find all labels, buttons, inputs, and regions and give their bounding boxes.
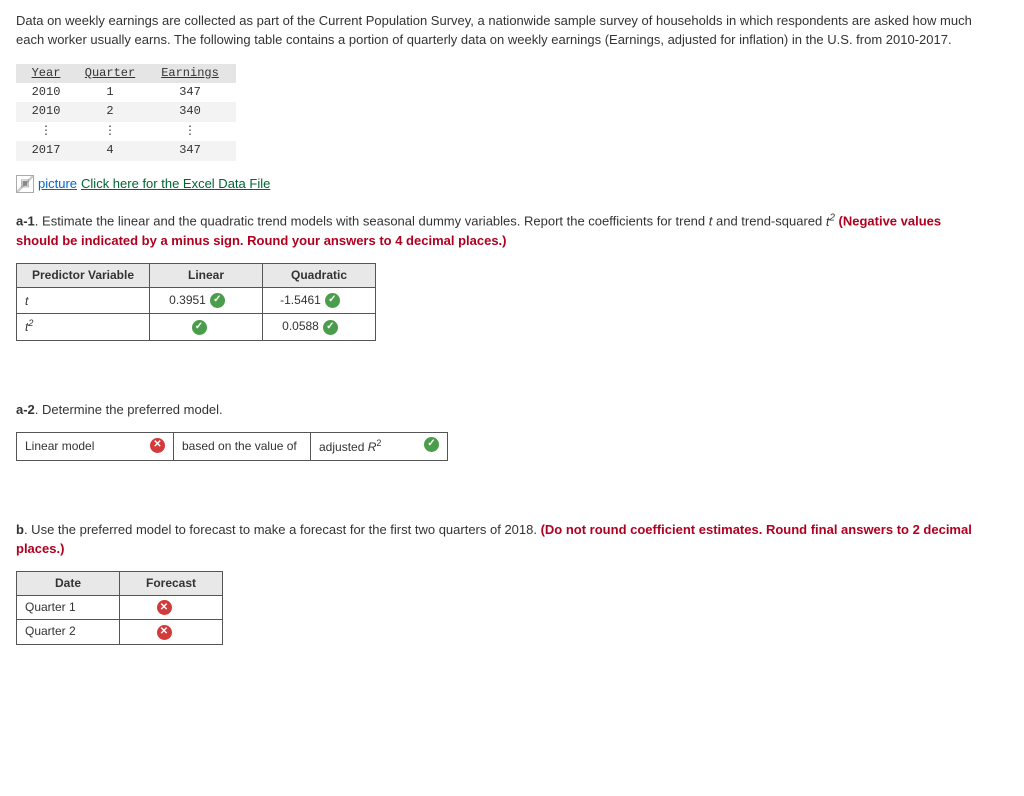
linear-t-input[interactable]: 0.3951✓	[150, 287, 263, 313]
q-text: . Use the preferred model to forecast to…	[24, 522, 541, 537]
col-quarter: Quarter	[76, 64, 144, 83]
q-prefix: b	[16, 522, 24, 537]
x-icon: ✕	[150, 438, 165, 453]
broken-image-icon: ▣	[16, 175, 34, 193]
quadratic-t-input[interactable]: -1.5461✓	[263, 287, 376, 313]
col-date: Date	[17, 571, 120, 595]
check-icon: ✓	[192, 320, 207, 335]
q-text: . Determine the preferred model.	[35, 402, 223, 417]
col-quadratic: Quadratic	[263, 263, 376, 287]
forecast-q1-input[interactable]: ✕	[120, 595, 223, 619]
question-a1: a-1. Estimate the linear and the quadrat…	[16, 211, 976, 250]
col-linear: Linear	[150, 263, 263, 287]
picture-link[interactable]: picture	[38, 175, 77, 194]
cell: 2	[76, 102, 144, 121]
row-label: t2	[17, 314, 150, 340]
cell: 4	[76, 141, 144, 160]
intro-text: Data on weekly earnings are collected as…	[16, 12, 976, 50]
model-select[interactable]: Linear model ✕	[17, 432, 174, 460]
x-icon: ✕	[157, 625, 172, 640]
col-forecast: Forecast	[120, 571, 223, 595]
q-prefix: a-1	[16, 214, 35, 229]
col-earnings: Earnings	[144, 64, 236, 83]
cell: 2010	[16, 83, 76, 102]
cell: 2010	[16, 102, 76, 121]
cell: 1	[76, 83, 144, 102]
cell: ⋮	[16, 122, 76, 141]
excel-file-link-row: ▣ pictureClick here for the Excel Data F…	[16, 175, 270, 194]
col-year: Year	[16, 64, 76, 83]
q-prefix: a-2	[16, 402, 35, 417]
q-text: . Estimate the linear and the quadratic …	[35, 214, 709, 229]
check-icon: ✓	[323, 320, 338, 335]
cell: ⋮	[144, 122, 236, 141]
forecast-q2-input[interactable]: ✕	[120, 620, 223, 644]
check-icon: ✓	[424, 437, 439, 452]
metric-select[interactable]: adjusted R2 ✓	[311, 432, 448, 460]
excel-file-link[interactable]: Click here for the Excel Data File	[81, 175, 270, 194]
a1-answer-table: Predictor Variable Linear Quadratic t 0.…	[16, 263, 376, 341]
linear-t2-input[interactable]: ✓	[150, 314, 263, 340]
question-b: b. Use the preferred model to forecast t…	[16, 521, 976, 559]
var-t2: t2	[826, 214, 835, 229]
row-label: t	[17, 287, 150, 313]
cell: 340	[144, 102, 236, 121]
q-text: and trend-squared	[712, 214, 825, 229]
row-label: Quarter 2	[17, 620, 120, 644]
cell: 2017	[16, 141, 76, 160]
x-icon: ✕	[157, 600, 172, 615]
a2-answer-table: Linear model ✕ based on the value of adj…	[16, 432, 448, 461]
b-answer-table: Date Forecast Quarter 1 ✕ Quarter 2 ✕	[16, 571, 223, 645]
row-label: Quarter 1	[17, 595, 120, 619]
cell: ⋮	[76, 122, 144, 141]
check-icon: ✓	[210, 293, 225, 308]
earnings-data-table: Year Quarter Earnings 2010 1 347 2010 2 …	[16, 64, 236, 161]
check-icon: ✓	[325, 293, 340, 308]
col-predictor: Predictor Variable	[17, 263, 150, 287]
cell: 347	[144, 141, 236, 160]
question-a2: a-2. Determine the preferred model.	[16, 401, 976, 420]
cell: 347	[144, 83, 236, 102]
quadratic-t2-input[interactable]: 0.0588✓	[263, 314, 376, 340]
static-text: based on the value of	[174, 432, 311, 460]
